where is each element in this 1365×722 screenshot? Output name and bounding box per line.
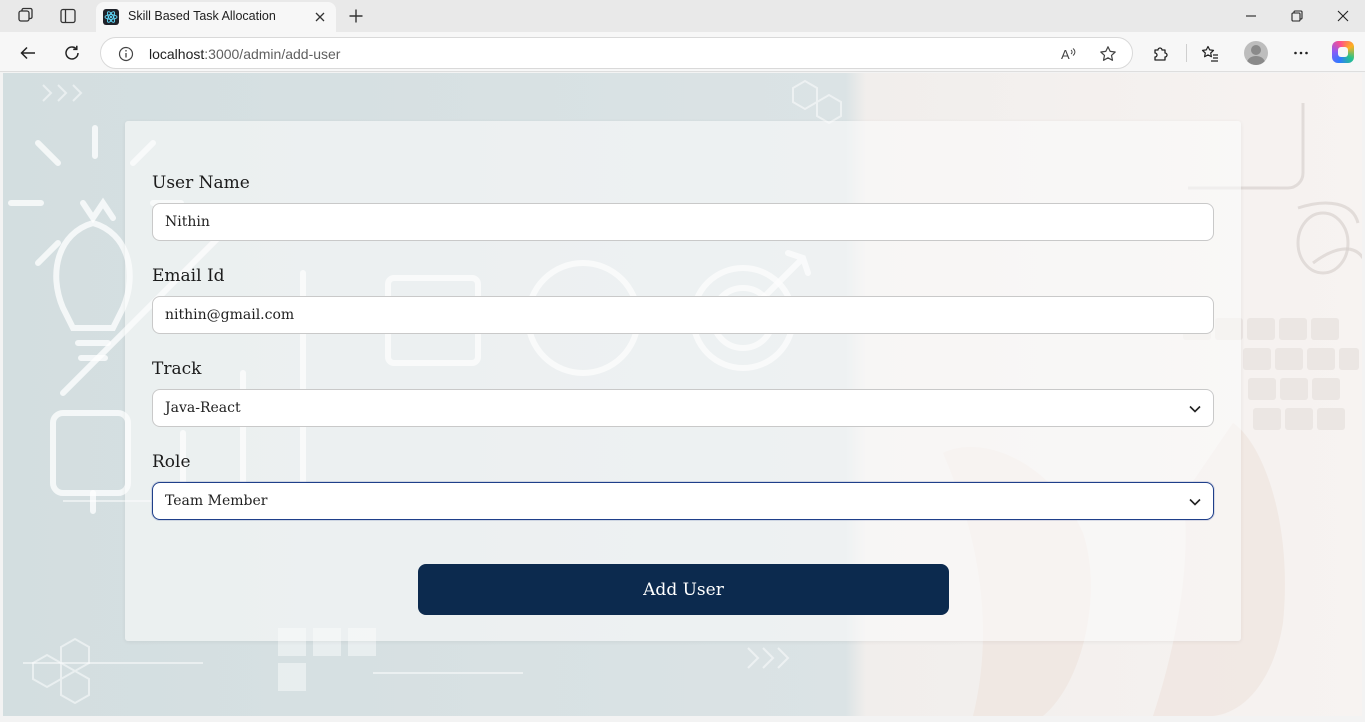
puzzle-icon[interactable] xyxy=(1150,42,1172,64)
back-arrow-icon[interactable] xyxy=(17,42,39,64)
url-text[interactable]: localhost:3000/admin/add-user xyxy=(149,46,340,62)
refresh-icon[interactable] xyxy=(61,42,83,64)
email-input[interactable]: nithin@gmail.com xyxy=(152,296,1214,334)
role-label: Role xyxy=(152,452,191,472)
restore-icon[interactable] xyxy=(1286,5,1308,27)
role-selected-value: Team Member xyxy=(165,493,268,509)
more-dots-icon[interactable] xyxy=(1290,42,1312,64)
close-icon[interactable] xyxy=(312,9,328,25)
copilot-icon[interactable] xyxy=(1332,41,1354,63)
minimize-icon[interactable] xyxy=(1240,5,1262,27)
favorites-icon[interactable] xyxy=(1199,42,1221,64)
browser-toolbar: localhost:3000/admin/add-user A xyxy=(0,32,1365,72)
add-user-form: User Name Nithin Email Id nithin@gmail.c… xyxy=(125,121,1241,641)
user-name-input[interactable]: Nithin xyxy=(152,203,1214,241)
url-host: localhost xyxy=(149,46,205,62)
svg-text:A: A xyxy=(1061,47,1070,62)
close-window-icon[interactable] xyxy=(1332,5,1354,27)
track-label: Track xyxy=(152,359,202,379)
tab-actions-icon[interactable] xyxy=(58,6,78,26)
url-path: :3000/admin/add-user xyxy=(204,46,341,62)
avatar[interactable] xyxy=(1244,41,1268,65)
info-icon[interactable] xyxy=(117,45,135,63)
address-bar[interactable]: localhost:3000/admin/add-user A xyxy=(100,37,1133,69)
page-viewport: User Name Nithin Email Id nithin@gmail.c… xyxy=(3,73,1362,716)
react-icon xyxy=(103,9,119,25)
star-icon[interactable] xyxy=(1098,44,1118,64)
tab-bar: Skill Based Task Allocation xyxy=(0,0,1365,32)
track-select[interactable]: Java-React xyxy=(152,389,1214,427)
role-select[interactable]: Team Member xyxy=(152,482,1214,520)
chevron-down-icon xyxy=(1187,494,1203,510)
track-selected-value: Java-React xyxy=(165,400,241,416)
email-label: Email Id xyxy=(152,266,225,286)
workspaces-icon[interactable] xyxy=(16,6,36,26)
active-tab[interactable]: Skill Based Task Allocation xyxy=(96,2,336,32)
plus-icon[interactable] xyxy=(345,5,367,27)
toolbar-divider xyxy=(1186,44,1187,62)
tab-title: Skill Based Task Allocation xyxy=(128,9,276,23)
read-aloud-icon[interactable]: A xyxy=(1059,44,1079,64)
add-user-button[interactable]: Add User xyxy=(418,564,949,615)
user-name-label: User Name xyxy=(152,173,250,193)
chevron-down-icon xyxy=(1187,401,1203,417)
